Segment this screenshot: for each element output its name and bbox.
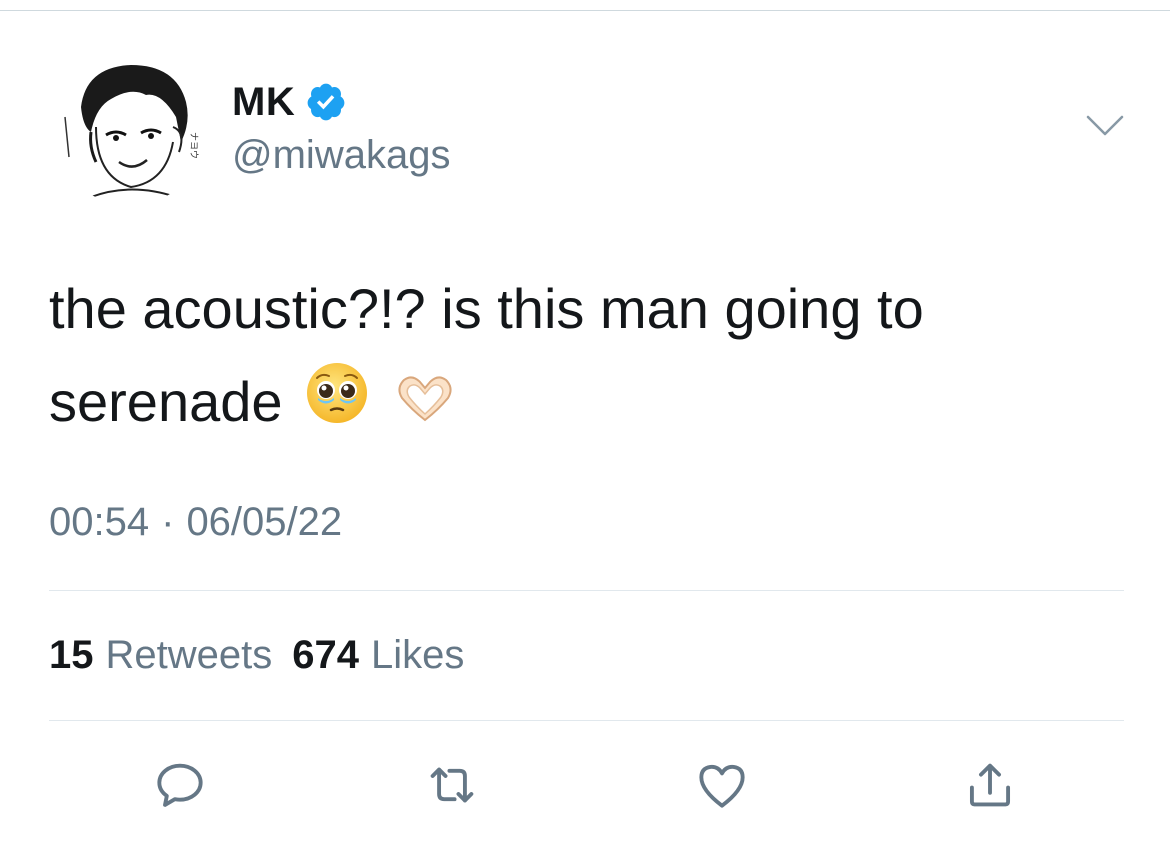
reply-button[interactable] [148,755,212,819]
avatar[interactable]: ナヨウ [51,47,209,205]
retweet-icon [421,754,483,821]
retweets-label[interactable]: Retweets [106,633,273,678]
reply-icon [149,754,211,821]
retweet-button[interactable] [420,755,484,819]
tweet-timestamp[interactable]: 00:54 · 06/05/22 [49,500,342,545]
tweet-text: the acoustic?!? is this man going to ser… [49,262,1129,453]
tweet-text-line-1: the acoustic?!? is this man going to [49,277,924,340]
retweets-count[interactable]: 15 [49,633,94,678]
heart-hands-emoji-icon [392,360,458,453]
author-name-row[interactable]: MK [232,78,347,126]
display-name[interactable]: MK [232,80,295,125]
pleading-face-emoji-icon [304,360,370,453]
like-icon [691,754,753,821]
likes-count[interactable]: 674 [292,633,359,678]
verified-badge-icon [305,81,347,123]
likes-label[interactable]: Likes [371,633,464,678]
engagement-stats: 15 Retweets 674 Likes [49,633,484,678]
tweet-date: 06/05/22 [186,500,343,544]
share-icon [959,754,1021,821]
action-bar [0,755,1170,825]
like-button[interactable] [690,755,754,819]
tweet-text-line-2-words: serenade [49,370,283,433]
chevron-down-icon[interactable] [1085,113,1125,139]
tweet-time: 00:54 [49,500,150,544]
share-button[interactable] [958,755,1022,819]
divider-top [49,590,1124,591]
svg-text:ナヨウ: ナヨウ [188,132,199,159]
timestamp-separator: · [161,500,175,544]
divider-bottom [49,720,1124,721]
handle[interactable]: @miwakags [232,133,450,178]
top-divider [0,10,1170,11]
tweet-text-line-2: serenade [49,355,1129,453]
